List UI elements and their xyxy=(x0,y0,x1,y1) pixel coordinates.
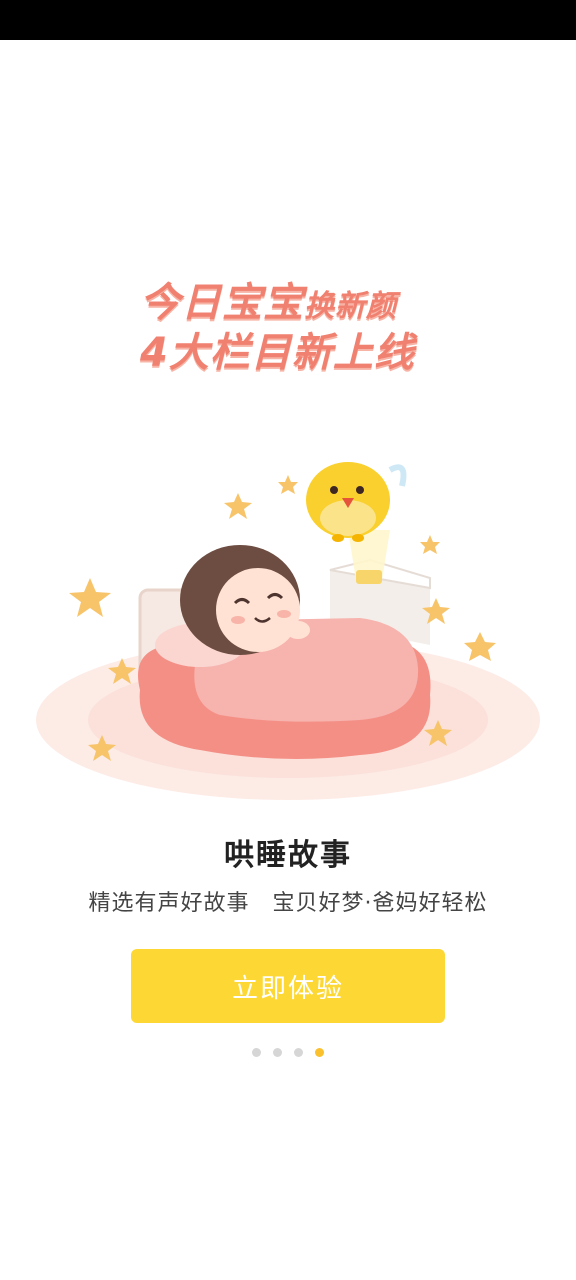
page-dot-2[interactable] xyxy=(273,1048,282,1057)
star-icon xyxy=(420,535,440,554)
page-indicator xyxy=(0,1048,576,1057)
headline-line-2: 4大栏目新上线 xyxy=(140,330,415,376)
star-icon xyxy=(69,578,111,617)
page-dot-4-active[interactable] xyxy=(315,1048,324,1057)
headline-line-1-tail: 换新颜 xyxy=(304,289,397,324)
card-subtitle: 精选有声好故事 宝贝好梦·爸妈好轻松 xyxy=(88,891,488,916)
try-now-button[interactable]: 立即体验 xyxy=(131,949,445,1023)
sleep-illustration xyxy=(30,420,550,830)
onboarding-page: 今日宝宝换新颜 4大栏目新上线 哄睡故事 精选有声好故事 宝贝好梦·爸妈好轻松 … xyxy=(0,40,576,1280)
headline-art: 今日宝宝换新颜 4大栏目新上线 xyxy=(120,270,460,410)
page-dot-3[interactable] xyxy=(294,1048,303,1057)
page-dot-1[interactable] xyxy=(252,1048,261,1057)
card-title: 哄睡故事 xyxy=(224,838,352,873)
star-icon xyxy=(224,493,252,519)
status-bar xyxy=(0,0,576,40)
star-icon xyxy=(464,632,496,661)
